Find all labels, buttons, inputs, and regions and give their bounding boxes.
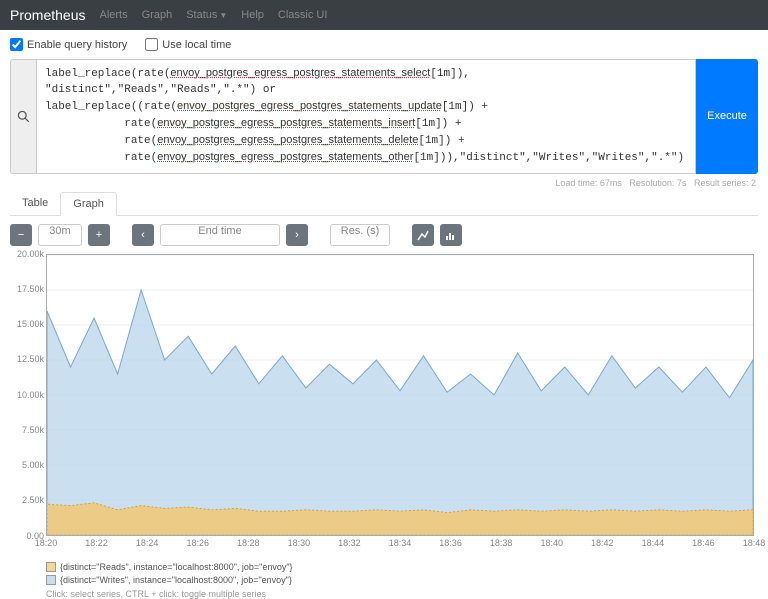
resolution: Resolution: 7s: [629, 178, 686, 188]
use-local-time-option[interactable]: Use local time: [145, 38, 231, 51]
chart-plot-area[interactable]: [46, 254, 754, 536]
chevron-down-icon: ▼: [219, 11, 227, 20]
load-time: Load time: 67ms: [555, 178, 622, 188]
range-input[interactable]: 30m: [38, 224, 82, 246]
use-local-time-checkbox[interactable]: [145, 38, 158, 51]
legend-reads[interactable]: {distinct="Reads", instance="localhost:8…: [46, 562, 758, 572]
endtime-prev-button[interactable]: ‹: [132, 224, 154, 246]
nav-status[interactable]: Status▼: [186, 9, 227, 21]
nav-graph[interactable]: Graph: [142, 9, 173, 21]
options-row: Enable query history Use local time: [0, 30, 768, 59]
linear-plot-button[interactable]: [412, 224, 434, 246]
legend-hint: Click: select series, CTRL + click: togg…: [46, 589, 758, 599]
stacked-plot-button[interactable]: [440, 224, 462, 246]
result-series: Result series: 2: [694, 178, 756, 188]
chart: 0.002.50k5.00k7.50k10.00k12.50k15.00k17.…: [10, 254, 758, 554]
graph-toolbar: − 30m + ‹ End time › Res. (s): [0, 216, 768, 254]
range-increase-button[interactable]: +: [88, 224, 110, 246]
range-decrease-button[interactable]: −: [10, 224, 32, 246]
tab-graph[interactable]: Graph: [60, 192, 117, 216]
x-axis-labels: 18:2018:2218:2418:2618:2818:3018:3218:34…: [46, 538, 754, 554]
legend-writes[interactable]: {distinct="Writes", instance="localhost:…: [46, 575, 758, 585]
endtime-input[interactable]: End time: [160, 224, 280, 246]
navbar: Prometheus Alerts Graph Status▼ Help Cla…: [0, 0, 768, 30]
execute-button[interactable]: Execute: [696, 59, 758, 174]
nav-classic[interactable]: Classic UI: [278, 9, 328, 21]
enable-history-option[interactable]: Enable query history: [10, 38, 127, 51]
view-tabs: Table Graph: [10, 192, 758, 216]
y-axis-labels: 0.002.50k5.00k7.50k10.00k12.50k15.00k17.…: [10, 254, 46, 536]
legend: {distinct="Reads", instance="localhost:8…: [46, 562, 758, 585]
legend-swatch-reads: [46, 562, 56, 572]
query-row: label_replace(rate(envoy_postgres_egress…: [10, 59, 758, 174]
legend-swatch-writes: [46, 575, 56, 585]
endtime-next-button[interactable]: ›: [286, 224, 308, 246]
tab-table[interactable]: Table: [10, 192, 60, 215]
nav-alerts[interactable]: Alerts: [99, 9, 127, 21]
search-icon: [10, 59, 36, 174]
result-meta: Load time: 67ms Resolution: 7s Result se…: [0, 174, 768, 192]
query-editor[interactable]: label_replace(rate(envoy_postgres_egress…: [36, 59, 696, 174]
enable-history-checkbox[interactable]: [10, 38, 23, 51]
nav-help[interactable]: Help: [241, 9, 264, 21]
brand: Prometheus: [10, 7, 85, 23]
resolution-input[interactable]: Res. (s): [330, 224, 390, 246]
